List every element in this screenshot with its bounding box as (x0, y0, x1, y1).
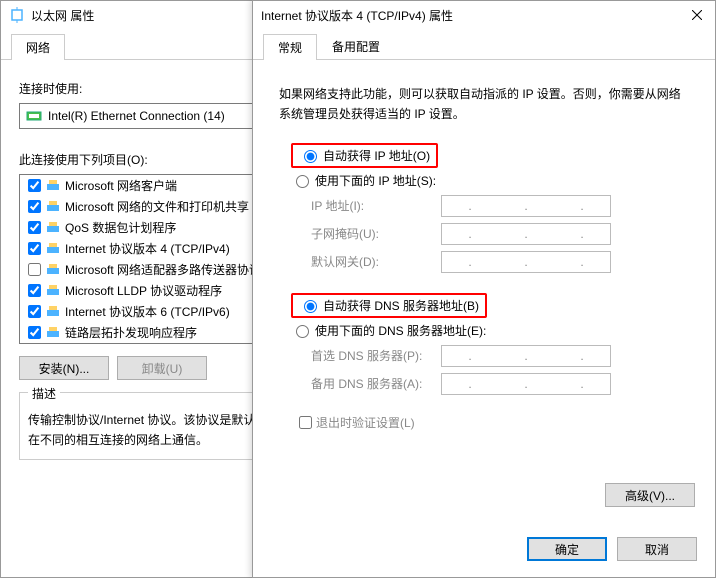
item-label: Microsoft LLDP 协议驱动程序 (65, 282, 222, 299)
dns-manual-row[interactable]: 使用下面的 DNS 服务器地址(E): (291, 322, 697, 339)
install-button[interactable]: 安装(N)... (19, 356, 109, 380)
component-icon (45, 325, 61, 341)
advanced-button[interactable]: 高级(V)... (605, 483, 695, 507)
window-title: 以太网 属性 (31, 7, 94, 24)
dns-manual-label: 使用下面的 DNS 服务器地址(E): (315, 322, 486, 339)
dns-auto-row[interactable]: 自动获得 DNS 服务器地址(B) (291, 293, 697, 318)
subnet-field: ... (441, 223, 611, 245)
titlebar: Internet 协议版本 4 (TCP/IPv4) 属性 (253, 1, 715, 29)
validate-row[interactable]: 退出时验证设置(L) (295, 413, 697, 432)
gateway-field: ... (441, 251, 611, 273)
description-title: 描述 (28, 385, 60, 402)
ok-button[interactable]: 确定 (527, 537, 607, 561)
component-icon (45, 241, 61, 257)
item-checkbox[interactable] (28, 326, 41, 339)
ip-address-field: ... (441, 195, 611, 217)
nic-icon (26, 108, 42, 124)
item-checkbox[interactable] (28, 284, 41, 297)
dns-alt-field: ... (441, 373, 611, 395)
item-label: Microsoft 网络的文件和打印机共享 (65, 198, 249, 215)
ip-manual-row[interactable]: 使用下面的 IP 地址(S): (291, 172, 697, 189)
ip-auto-label: 自动获得 IP 地址(O) (323, 147, 430, 164)
tabstrip: 常规 备用配置 (253, 33, 715, 60)
item-checkbox[interactable] (28, 221, 41, 234)
window-title: Internet 协议版本 4 (TCP/IPv4) 属性 (261, 7, 453, 24)
item-checkbox[interactable] (28, 263, 41, 276)
item-label: Internet 协议版本 6 (TCP/IPv6) (65, 303, 230, 320)
dns-preferred-field: ... (441, 345, 611, 367)
info-text: 如果网络支持此功能，则可以获取自动指派的 IP 设置。否则，你需要从网络系统管理… (279, 84, 689, 125)
component-icon (45, 304, 61, 320)
cancel-button[interactable]: 取消 (617, 537, 697, 561)
uninstall-button: 卸载(U) (117, 356, 207, 380)
component-icon (45, 262, 61, 278)
component-icon (45, 199, 61, 215)
component-icon (45, 178, 61, 194)
dns-auto-radio[interactable] (304, 300, 317, 313)
item-checkbox[interactable] (28, 179, 41, 192)
item-label: Microsoft 网络客户端 (65, 177, 177, 194)
tab-general[interactable]: 常规 (263, 34, 317, 60)
ip-manual-radio[interactable] (296, 175, 309, 188)
tab-network[interactable]: 网络 (11, 34, 65, 60)
close-button[interactable] (687, 5, 707, 25)
ip-auto-radio[interactable] (304, 150, 317, 163)
component-icon (45, 220, 61, 236)
validate-checkbox[interactable] (299, 416, 312, 429)
item-label: Microsoft 网络适配器多路传送器协议 (65, 261, 261, 278)
subnet-label: 子网掩码(U): (311, 225, 441, 242)
adapter-name: Intel(R) Ethernet Connection (14) (48, 109, 225, 123)
dns-auto-label: 自动获得 DNS 服务器地址(B) (323, 297, 479, 314)
item-label: QoS 数据包计划程序 (65, 219, 176, 236)
validate-label: 退出时验证设置(L) (316, 414, 415, 431)
dns-manual-radio[interactable] (296, 325, 309, 338)
item-label: 链路层拓扑发现响应程序 (65, 324, 197, 341)
dns-alt-label: 备用 DNS 服务器(A): (311, 375, 441, 392)
gateway-label: 默认网关(D): (311, 253, 441, 270)
component-icon (45, 283, 61, 299)
tab-alternate[interactable]: 备用配置 (317, 33, 395, 59)
dns-preferred-label: 首选 DNS 服务器(P): (311, 347, 441, 364)
item-checkbox[interactable] (28, 305, 41, 318)
ip-manual-label: 使用下面的 IP 地址(S): (315, 172, 436, 189)
ethernet-icon (9, 7, 25, 23)
ipv4-properties-window: Internet 协议版本 4 (TCP/IPv4) 属性 常规 备用配置 如果… (252, 0, 716, 578)
item-checkbox[interactable] (28, 242, 41, 255)
item-checkbox[interactable] (28, 200, 41, 213)
item-label: Internet 协议版本 4 (TCP/IPv4) (65, 240, 230, 257)
ip-address-label: IP 地址(I): (311, 197, 441, 214)
ip-auto-row[interactable]: 自动获得 IP 地址(O) (291, 143, 697, 168)
